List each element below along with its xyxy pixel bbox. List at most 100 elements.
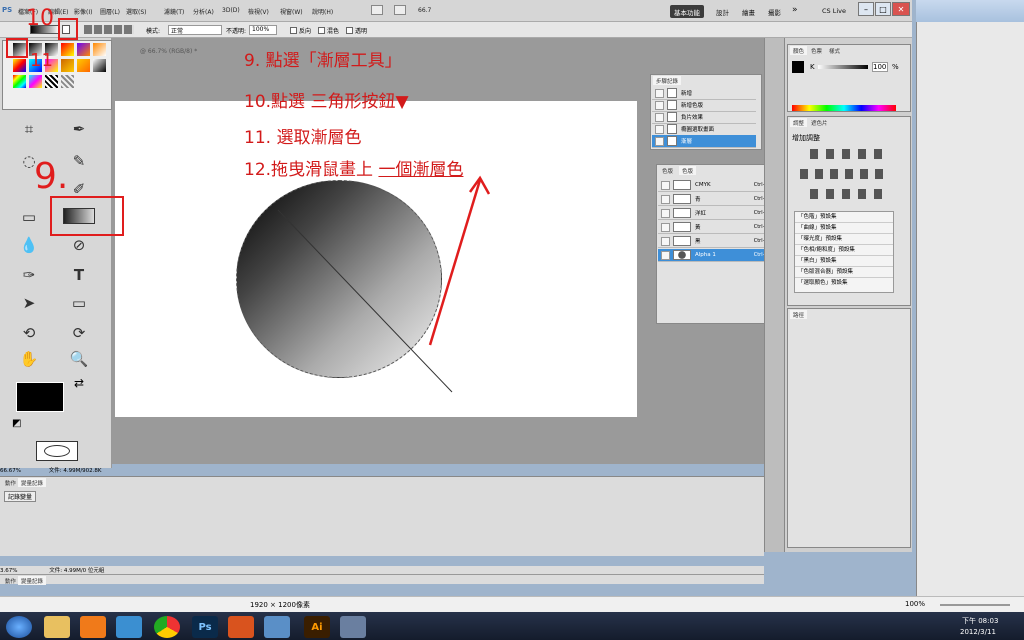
preset-selective-color[interactable]: 「選取顏色」預設集	[795, 278, 893, 289]
start-button-icon[interactable]	[6, 616, 32, 638]
record-measurement-button[interactable]: 記錄變量	[4, 491, 37, 502]
channel-row-magenta[interactable]: 洋紅 Ctrl+4	[658, 207, 774, 220]
brush-tool-icon[interactable]: ✎	[64, 150, 94, 172]
adjust-icons-row3[interactable]	[810, 189, 884, 199]
gradient-swatch-16[interactable]	[61, 75, 74, 88]
dodge-tool-icon[interactable]: ⊘	[64, 234, 94, 256]
annotation-box-gradient-tool	[50, 196, 124, 236]
channel-row-black[interactable]: 黑 Ctrl+6	[658, 235, 774, 248]
tool-taskbar-icon[interactable]	[340, 616, 366, 638]
tab-swatches[interactable]: 色票	[808, 46, 825, 55]
channel-row-yellow[interactable]: 黃 Ctrl+5	[658, 221, 774, 234]
preset-levels[interactable]: 「色階」預設集	[795, 212, 893, 223]
history-checkbox[interactable]	[655, 124, 664, 134]
channel-visibility[interactable]	[661, 208, 670, 218]
gradient-swatch-7[interactable]	[13, 59, 26, 72]
quick-mask-button[interactable]	[36, 441, 78, 461]
tab-actions[interactable]: 動作	[2, 478, 19, 487]
history-checkbox[interactable]	[655, 136, 664, 146]
network-taskbar-icon[interactable]	[116, 616, 142, 638]
tab-masks[interactable]: 遮色片	[808, 118, 831, 127]
foreground-color-swatch[interactable]	[16, 382, 64, 412]
gradient-swatch-14[interactable]	[29, 75, 42, 88]
clock-date[interactable]: 2012/3/11	[960, 628, 996, 636]
pen-tool-icon[interactable]: ✑	[14, 264, 44, 286]
3d-orbit-icon[interactable]: ⟳	[64, 322, 94, 344]
chrome-taskbar-icon[interactable]	[154, 616, 180, 638]
illustrator-taskbar-icon[interactable]: Ai	[304, 616, 330, 638]
history-checkbox[interactable]	[655, 88, 664, 98]
bottom-panel: 動作 變量記錄 記錄變量	[0, 476, 764, 556]
history-checkbox[interactable]	[655, 100, 664, 110]
channel-visibility[interactable]	[661, 250, 670, 260]
history-item-gradient[interactable]: 漸層	[652, 135, 756, 148]
outlook-taskbar-icon[interactable]	[228, 616, 254, 638]
adjust-icons-row2[interactable]	[800, 169, 886, 179]
preset-exposure[interactable]: 「曝光度」預設集	[795, 234, 893, 245]
tab-adjustments[interactable]: 調整	[790, 118, 808, 127]
zoom-tool-icon[interactable]: 🔍	[64, 348, 94, 370]
eraser-tool-icon[interactable]: ▭	[14, 206, 44, 228]
color-panel-swatch[interactable]	[792, 61, 804, 73]
tab-styles[interactable]: 樣式	[826, 46, 843, 55]
red-arrow-head	[468, 175, 491, 195]
tab-history[interactable]: 步驟記錄	[653, 76, 682, 85]
eyedropper-tool-icon[interactable]: ✒	[64, 118, 94, 140]
tab-measurement-log[interactable]: 變量記錄	[18, 478, 47, 487]
tab2-actions[interactable]: 動作	[2, 576, 19, 585]
color-slider[interactable]	[818, 65, 868, 69]
channel-visibility[interactable]	[661, 236, 670, 246]
gradient-swatch-5[interactable]	[77, 43, 90, 56]
channel-row-cyan[interactable]: 青 Ctrl+3	[658, 193, 774, 206]
channel-visibility[interactable]	[661, 180, 670, 190]
status-doc-size: 文件: 4.99M/902.8K	[48, 468, 102, 474]
gradient-swatch-4[interactable]	[61, 43, 74, 56]
blur-tool-icon[interactable]: 💧	[14, 234, 44, 256]
path-selection-icon[interactable]: ➤	[14, 292, 44, 314]
tab-channels[interactable]: 色版	[679, 166, 697, 175]
tab-paths[interactable]: 路徑	[790, 310, 808, 319]
preset-black-white[interactable]: 「黑白」預設集	[795, 256, 893, 267]
gradient-swatch-15[interactable]	[45, 75, 58, 88]
channel-row-alpha1[interactable]: Alpha 1 Ctrl+7	[658, 249, 774, 262]
gradient-swatch-11[interactable]	[77, 59, 90, 72]
channel-name: CMYK	[695, 182, 711, 188]
explorer-taskbar-icon[interactable]	[44, 616, 70, 638]
tab-layers[interactable]: 色版	[659, 166, 676, 175]
3d-rotate-icon[interactable]: ⟲	[14, 322, 44, 344]
default-colors-icon[interactable]: ◩	[12, 418, 21, 429]
gradient-swatch-10[interactable]	[61, 59, 74, 72]
color-spectrum[interactable]	[792, 105, 896, 111]
history-item-icon	[667, 124, 677, 134]
status-zoom[interactable]: 66.67%	[0, 468, 21, 474]
preset-curves[interactable]: 「曲線」預設集	[795, 223, 893, 234]
color-panel: 顏色 色票 樣式 K 100 %	[787, 44, 911, 112]
history-item-icon	[667, 112, 677, 122]
history-checkbox[interactable]	[655, 112, 664, 122]
channel-row-cmyk[interactable]: CMYK Ctrl+2	[658, 179, 774, 192]
adjust-icons-row1[interactable]	[810, 149, 884, 159]
crop-tool-icon[interactable]: ⌗	[14, 118, 44, 140]
gradient-swatch-6[interactable]	[93, 43, 106, 56]
viewer-zoom-slider[interactable]	[940, 604, 1010, 606]
photoshop-taskbar-icon[interactable]: Ps	[192, 616, 218, 638]
tab-color[interactable]: 顏色	[790, 46, 808, 55]
background-window-titlebar[interactable]	[916, 0, 1024, 22]
hand-tool-icon[interactable]: ✋	[14, 348, 44, 370]
collapsed-panel-dock[interactable]	[764, 38, 784, 552]
color-value-input[interactable]: 100	[872, 62, 888, 72]
channel-visibility[interactable]	[661, 194, 670, 204]
swap-colors-icon[interactable]: ⇄	[74, 376, 84, 390]
media-player-taskbar-icon[interactable]	[80, 616, 106, 638]
history-item-label: 新增色版	[681, 103, 704, 109]
gradient-swatch-13[interactable]	[13, 75, 26, 88]
channel-visibility[interactable]	[661, 222, 670, 232]
type-tool-icon[interactable]: T	[64, 264, 94, 286]
tab2-measurement-log[interactable]: 變量記錄	[18, 576, 47, 585]
preset-channel-mixer[interactable]: 「色版混合器」預設集	[795, 267, 893, 278]
gradient-swatch-12[interactable]	[93, 59, 106, 72]
clock-time[interactable]: 下午 08:03	[962, 616, 998, 626]
image-viewer-taskbar-icon[interactable]	[264, 616, 290, 638]
rectangle-tool-icon[interactable]: ▭	[64, 292, 94, 314]
preset-hue-saturation[interactable]: 「色相/飽和度」預設集	[795, 245, 893, 256]
